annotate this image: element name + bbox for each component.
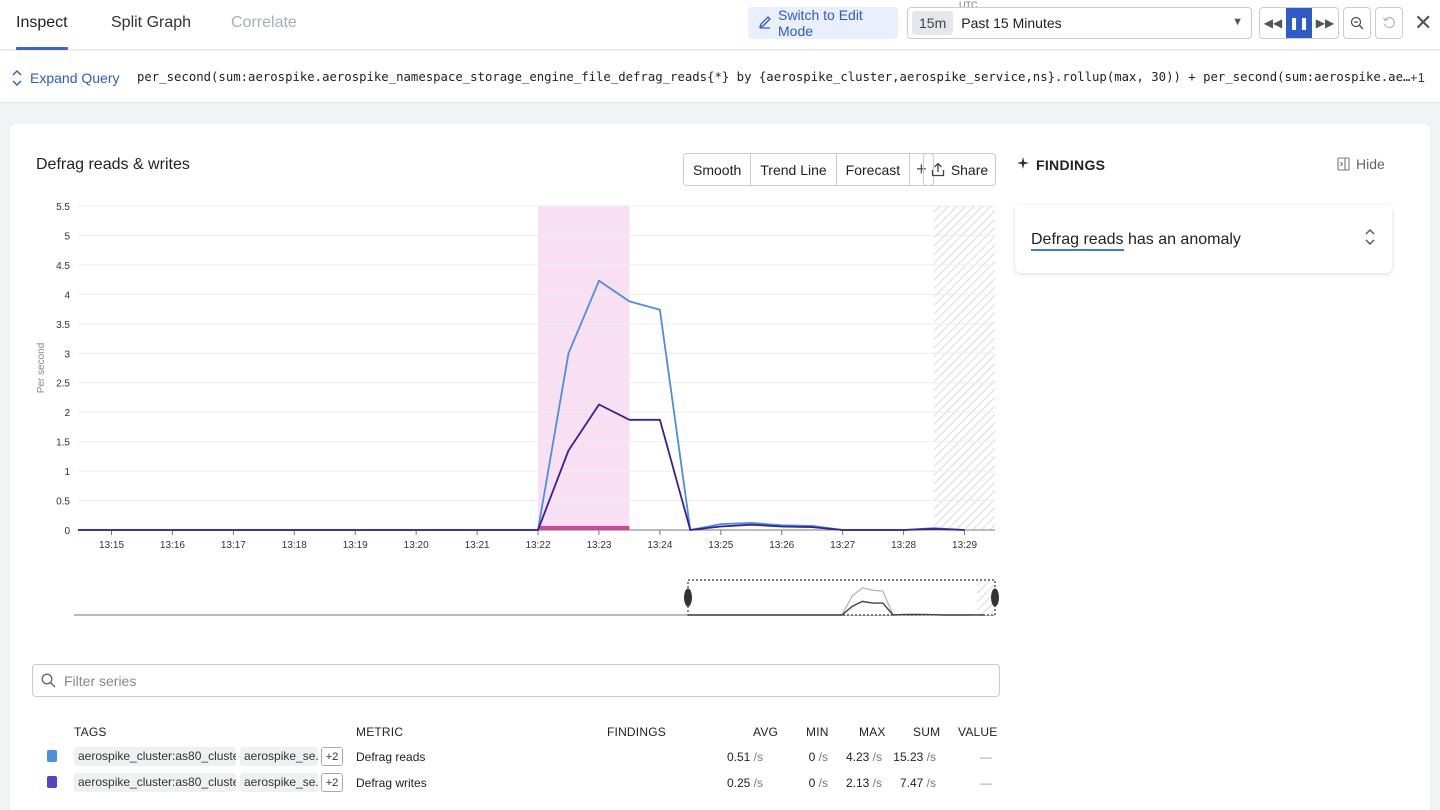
y-tick-label: 4 <box>64 290 70 301</box>
x-tick-label: 13:21 <box>465 540 490 551</box>
current-value: — <box>980 776 992 790</box>
tag-chip[interactable]: aerospike_se... <box>240 773 318 792</box>
max-value: 2.13 /s <box>845 776 882 790</box>
anomaly-marker <box>538 526 630 530</box>
tag-chip[interactable]: aerospike_cluster:as80_cluster_1 <box>74 747 236 766</box>
x-tick-label: 13:23 <box>586 540 611 551</box>
future-band <box>934 206 995 530</box>
col-avg[interactable]: AVG <box>753 725 778 739</box>
max-value: 4.23 /s <box>845 750 882 764</box>
search-icon <box>41 673 56 688</box>
col-metric[interactable]: METRIC <box>356 725 403 739</box>
y-tick-label: 1 <box>64 467 70 478</box>
y-tick-label: 2.5 <box>56 379 70 390</box>
x-tick-label: 13:29 <box>952 540 977 551</box>
x-tick-label: 13:17 <box>221 540 246 551</box>
min-value: 0 /s <box>808 776 828 790</box>
navigator-handle <box>991 588 999 607</box>
metric-name: Defrag reads <box>356 750 426 764</box>
metric-name: Defrag writes <box>356 776 427 790</box>
x-tick-label: 13:16 <box>160 540 185 551</box>
col-tags[interactable]: TAGS <box>74 725 107 739</box>
y-tick-label: 4.5 <box>56 261 70 272</box>
y-tick-label: 0.5 <box>56 497 70 508</box>
x-tick-label: 13:25 <box>708 540 733 551</box>
more-tags-chip[interactable]: +2 <box>321 747 343 766</box>
y-tick-label: 3.5 <box>56 320 70 331</box>
series-color-swatch <box>47 750 57 762</box>
sum-value: 7.47 /s <box>899 776 936 790</box>
anomaly-band <box>538 206 630 530</box>
col-min[interactable]: MIN <box>806 725 829 739</box>
y-tick-label: 1.5 <box>56 438 70 449</box>
x-tick-label: 13:18 <box>282 540 307 551</box>
y-tick-label: 5 <box>64 231 70 242</box>
avg-value: 0.51 /s <box>726 750 763 764</box>
tag-chip[interactable]: aerospike_se... <box>240 747 318 766</box>
series-color-swatch <box>47 776 57 788</box>
navigator-handle <box>684 588 692 607</box>
col-sum[interactable]: SUM <box>913 725 940 739</box>
y-tick-label: 0 <box>64 526 70 537</box>
y-tick-label: 2 <box>64 408 70 419</box>
more-tags-chip[interactable]: +2 <box>321 773 343 792</box>
filter-placeholder: Filter series <box>64 672 137 689</box>
series-line-defrag-reads <box>78 279 965 531</box>
series-line-defrag-writes <box>78 403 965 531</box>
y-tick-label: 3 <box>64 349 70 360</box>
x-tick-label: 13:24 <box>647 540 672 551</box>
y-axis-label: Per second <box>36 343 47 394</box>
navigator-window <box>687 579 996 616</box>
col-max[interactable]: MAX <box>859 725 886 739</box>
x-tick-label: 13:20 <box>404 540 429 551</box>
current-value: — <box>980 750 992 764</box>
x-tick-label: 13:15 <box>99 540 124 551</box>
x-tick-label: 13:22 <box>526 540 551 551</box>
sum-value: 15.23 /s <box>893 750 936 764</box>
filter-series-input[interactable]: Filter series <box>32 664 1000 697</box>
col-findings[interactable]: FINDINGS <box>607 725 666 739</box>
min-value: 0 /s <box>808 750 828 764</box>
avg-value: 0.25 /s <box>726 776 763 790</box>
table-row[interactable]: aerospike_cluster:as80_cluster_1 aerospi… <box>0 769 1000 795</box>
col-value[interactable]: VALUE <box>958 725 997 739</box>
timeseries-chart[interactable]: 0 0.5 1 1.5 2 2.5 3 3.5 4 4.5 5 5.5 13:15 13:16 13:17 1… <box>0 0 1440 660</box>
y-tick-label: 5.5 <box>56 202 70 213</box>
x-tick-label: 13:28 <box>891 540 916 551</box>
x-tick-label: 13:19 <box>343 540 368 551</box>
table-row[interactable]: aerospike_cluster:as80_cluster_1 aerospi… <box>0 743 1000 769</box>
x-tick-label: 13:27 <box>830 540 855 551</box>
tag-chip[interactable]: aerospike_cluster:as80_cluster_1 <box>74 773 236 792</box>
x-tick-label: 13:26 <box>769 540 794 551</box>
